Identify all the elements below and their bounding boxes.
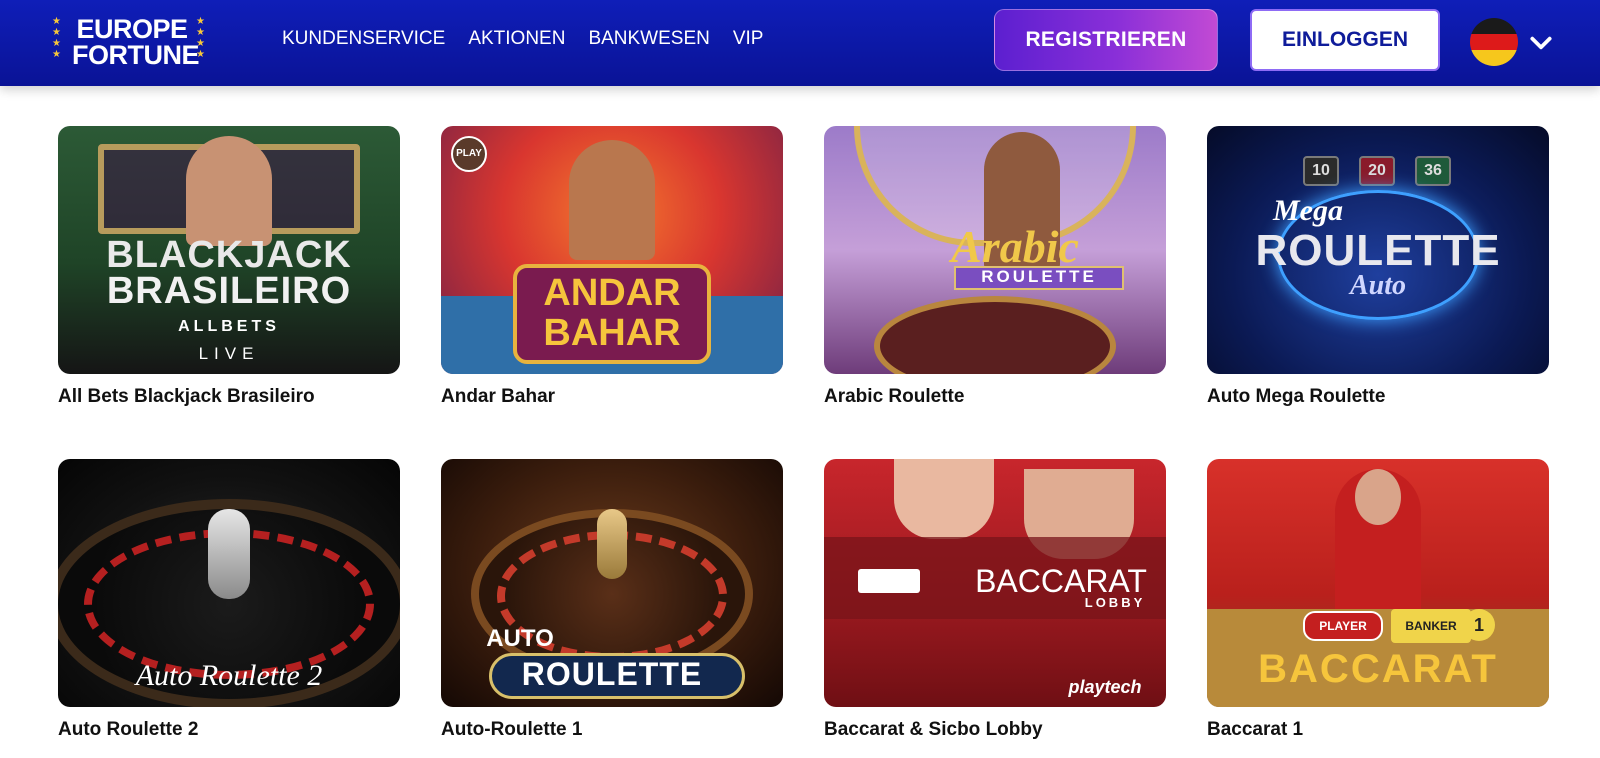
- login-button[interactable]: EINLOGGEN: [1250, 9, 1440, 71]
- dealer-figure: [186, 136, 272, 246]
- logo-stars-left: ★ ★ ★ ★: [52, 16, 61, 60]
- thumb-title-line-2: BAHAR: [543, 312, 681, 354]
- game-card[interactable]: AUTO ROULETTE Auto-Roulette 1: [441, 459, 783, 740]
- site-logo[interactable]: ★ ★ ★ ★ EUROPE FORTUNE ★ ★ ★ ★: [48, 14, 212, 70]
- de-flag-icon: [1470, 18, 1518, 66]
- game-thumbnail[interactable]: PLAYER BANKER 1 BACCARAT: [1207, 459, 1549, 707]
- hand-figure: [894, 459, 994, 539]
- thumb-title-line-1: AUTO: [486, 625, 554, 652]
- thumb-title-line-1: ANDAR: [543, 272, 681, 314]
- thumb-title-line-3: Auto: [1349, 270, 1407, 301]
- thumb-title-line-2: ROULETTE: [1255, 226, 1501, 275]
- nav-link-vip[interactable]: VIP: [733, 26, 764, 52]
- game-title[interactable]: Baccarat 1: [1207, 719, 1303, 741]
- table-number-badge: 1: [1463, 609, 1495, 641]
- thumb-title-line-1: Mega: [1273, 194, 1343, 227]
- thumb-title-line-2: ROULETTE: [981, 267, 1097, 286]
- game-title[interactable]: Auto Roulette 2: [58, 719, 198, 741]
- logo-line-2: FORTUNE: [72, 40, 200, 70]
- game-card[interactable]: Arabic ROULETTE Arabic Roulette: [824, 126, 1166, 407]
- game-card[interactable]: BACCARAT LOBBY playtech Baccarat & Sicbo…: [824, 459, 1166, 740]
- game-card[interactable]: Auto Roulette 2 Auto Roulette 2: [58, 459, 400, 740]
- game-card[interactable]: BLACKJACK BRASILEIRO ALLBETS LIVE All Be…: [58, 126, 400, 407]
- logo-stars-right: ★ ★ ★ ★: [196, 16, 205, 60]
- thumb-title-line-2: ROULETTE: [521, 656, 703, 692]
- multiplier-chip: 10: [1303, 156, 1339, 186]
- game-card[interactable]: 10 20 36 Mega ROULETTE Auto Auto Mega Ro…: [1207, 126, 1549, 407]
- game-thumbnail[interactable]: BLACKJACK BRASILEIRO ALLBETS LIVE: [58, 126, 400, 374]
- game-title[interactable]: All Bets Blackjack Brasileiro: [58, 386, 315, 408]
- thumb-subtitle: LIVE: [198, 344, 260, 363]
- site-header: ★ ★ ★ ★ EUROPE FORTUNE ★ ★ ★ ★ KUNDENSERVICE A…: [0, 0, 1600, 86]
- game-title[interactable]: Auto Mega Roulette: [1207, 386, 1385, 408]
- banker-badge: BANKER: [1391, 609, 1471, 643]
- game-grid: BLACKJACK BRASILEIRO ALLBETS LIVE All Be…: [0, 0, 1600, 758]
- thumb-title-line-1: Auto Roulette 2: [135, 659, 323, 692]
- game-thumbnail[interactable]: Auto Roulette 2: [58, 459, 400, 707]
- multiplier-chip: 20: [1359, 156, 1395, 186]
- thumb-title-line-1: BACCARAT: [1258, 647, 1498, 691]
- game-thumbnail[interactable]: Arabic ROULETTE: [824, 126, 1166, 374]
- game-thumbnail[interactable]: 10 20 36 Mega ROULETTE Auto: [1207, 126, 1549, 374]
- game-title[interactable]: Baccarat & Sicbo Lobby: [824, 719, 1043, 741]
- chevron-down-icon: [1530, 36, 1552, 50]
- roulette-wheel: [874, 296, 1116, 374]
- nav-link-aktionen[interactable]: AKTIONEN: [468, 26, 565, 52]
- game-thumbnail[interactable]: PLAY ANDAR BAHAR: [441, 126, 783, 374]
- thumb-title-line-2: BRASILEIRO: [106, 270, 352, 312]
- player-badge: PLAYER: [1303, 611, 1383, 641]
- game-title[interactable]: Arabic Roulette: [824, 386, 964, 408]
- main-nav: KUNDENSERVICE AKTIONEN BANKWESEN VIP: [282, 26, 786, 52]
- dealer-figure: [569, 140, 655, 260]
- dealer-face: [1355, 469, 1401, 525]
- nav-link-kundenservice[interactable]: KUNDENSERVICE: [282, 26, 445, 52]
- thumb-title-line-2: LOBBY: [1084, 595, 1146, 610]
- register-button[interactable]: REGISTRIEREN: [994, 9, 1218, 71]
- game-card[interactable]: PLAYER BANKER 1 BACCARAT Baccarat 1: [1207, 459, 1549, 740]
- nav-link-bankwesen[interactable]: BANKWESEN: [588, 26, 709, 52]
- game-thumbnail[interactable]: BACCARAT LOBBY playtech: [824, 459, 1166, 707]
- game-thumbnail[interactable]: AUTO ROULETTE: [441, 459, 783, 707]
- game-title[interactable]: Auto-Roulette 1: [441, 719, 582, 741]
- multiplier-chip: 36: [1415, 156, 1451, 186]
- wheel-turret: [208, 509, 250, 599]
- provider-logo: playtech: [1068, 677, 1142, 697]
- play-badge-icon: PLAY: [451, 136, 487, 172]
- wheel-turret: [597, 509, 627, 579]
- game-card[interactable]: PLAY ANDAR BAHAR Andar Bahar: [441, 126, 783, 407]
- thumb-badge: ALLBETS: [178, 318, 280, 335]
- logo-line-1: EUROPE: [76, 14, 188, 44]
- language-selector[interactable]: [1470, 18, 1556, 66]
- game-title[interactable]: Andar Bahar: [441, 386, 555, 408]
